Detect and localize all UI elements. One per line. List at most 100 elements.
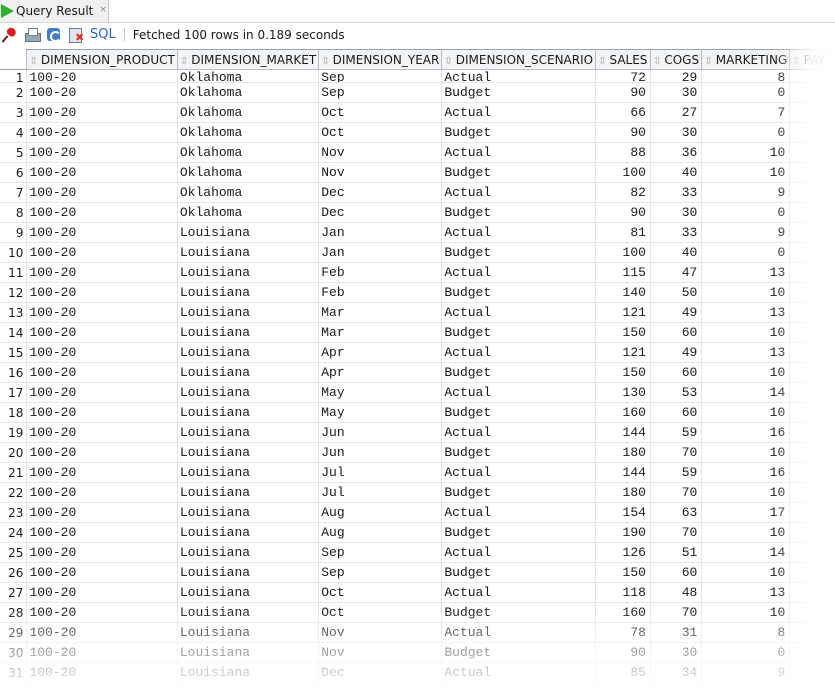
cell-sales[interactable]: 81: [595, 222, 651, 243]
table-row[interactable]: 18 100-20 Louisiana May Budget 160 60 10: [0, 402, 835, 423]
cell-scenario[interactable]: Budget: [441, 642, 597, 663]
print-icon[interactable]: [24, 27, 41, 43]
cell-cogs[interactable]: 63: [649, 502, 703, 523]
cell-marketing[interactable]: 14: [701, 542, 791, 563]
table-row[interactable]: 30 100-20 Louisiana Nov Budget 90 30 0: [0, 642, 835, 663]
cell-pay[interactable]: [789, 382, 835, 403]
cell-marketing[interactable]: 10: [701, 402, 791, 423]
cell-year[interactable]: Apr: [318, 362, 443, 383]
cell-marketing[interactable]: 16: [701, 422, 791, 443]
cell-marketing[interactable]: 10: [701, 322, 791, 343]
table-row[interactable]: 23 100-20 Louisiana Aug Actual 154 63 17: [0, 502, 835, 523]
cell-cogs[interactable]: 30: [649, 122, 703, 143]
cell-pay[interactable]: [789, 442, 835, 463]
table-row[interactable]: 17 100-20 Louisiana May Actual 130 53 14: [0, 382, 835, 403]
cell-year[interactable]: May: [318, 402, 443, 423]
cell-pay[interactable]: [789, 282, 835, 303]
cell-scenario[interactable]: Actual: [441, 102, 597, 123]
results-grid[interactable]: ⇳ DIMENSION_PRODUCT ⇳ DIMENSION_MARKET ⇳ DI…: [0, 49, 835, 698]
cell-year[interactable]: Oct: [318, 122, 443, 143]
cell-marketing[interactable]: 10: [701, 482, 791, 503]
cell-product[interactable]: 100-20: [26, 622, 178, 643]
table-row[interactable]: 14 100-20 Louisiana Mar Budget 150 60 10: [0, 322, 835, 343]
cell-year[interactable]: Nov: [318, 642, 443, 663]
cell-sales[interactable]: 121: [595, 302, 651, 323]
cell-market[interactable]: Louisiana: [176, 402, 320, 423]
cell-cogs[interactable]: 40: [649, 162, 703, 183]
table-row[interactable]: 26 100-20 Louisiana Sep Budget 150 60 10: [0, 562, 835, 583]
cell-product[interactable]: 100-20: [26, 482, 178, 503]
cell-product[interactable]: 100-20: [26, 382, 178, 403]
cell-cogs[interactable]: 40: [649, 242, 703, 263]
cell-cogs[interactable]: 48: [649, 582, 703, 603]
cell-sales[interactable]: 90: [595, 202, 651, 223]
cell-market[interactable]: Oklahoma: [176, 69, 320, 83]
cell-year[interactable]: Oct: [318, 602, 443, 623]
table-row[interactable]: 9 100-20 Louisiana Jan Actual 81 33 9: [0, 222, 835, 243]
column-header-marketing[interactable]: ⇳ MARKETING: [701, 49, 791, 70]
cell-product[interactable]: 100-20: [26, 522, 178, 543]
cell-cogs[interactable]: 70: [649, 602, 703, 623]
cell-product[interactable]: 100-20: [26, 462, 178, 483]
table-row[interactable]: 28 100-20 Louisiana Oct Budget 160 70 10: [0, 602, 835, 623]
cell-scenario[interactable]: Budget: [441, 202, 597, 223]
table-row[interactable]: 24 100-20 Louisiana Aug Budget 190 70 10: [0, 522, 835, 543]
cell-pay[interactable]: [789, 662, 835, 683]
cell-year[interactable]: Jan: [318, 222, 443, 243]
cell-market[interactable]: Louisiana: [176, 222, 320, 243]
cell-marketing[interactable]: 13: [701, 582, 791, 603]
cell-market[interactable]: Oklahoma: [176, 82, 320, 103]
cell-year[interactable]: Sep: [318, 69, 443, 83]
cell-market[interactable]: Louisiana: [176, 262, 320, 283]
cell-marketing[interactable]: 0: [701, 202, 791, 223]
table-row[interactable]: 22 100-20 Louisiana Jul Budget 180 70 10: [0, 482, 835, 503]
cell-year[interactable]: Feb: [318, 282, 443, 303]
cell-scenario[interactable]: Actual: [441, 622, 597, 643]
cell-product[interactable]: 100-20: [26, 162, 178, 183]
cell-marketing[interactable]: 14: [701, 382, 791, 403]
cell-sales[interactable]: 190: [595, 522, 651, 543]
cell-scenario[interactable]: Actual: [441, 662, 597, 683]
cell-market[interactable]: Oklahoma: [176, 142, 320, 163]
cell-pay[interactable]: [789, 562, 835, 583]
cell-scenario[interactable]: Budget: [441, 82, 597, 103]
table-row[interactable]: 12 100-20 Louisiana Feb Budget 140 50 10: [0, 282, 835, 303]
cell-marketing[interactable]: 0: [701, 82, 791, 103]
cell-scenario[interactable]: Budget: [441, 282, 597, 303]
cell-scenario[interactable]: Actual: [441, 382, 597, 403]
cell-market[interactable]: Louisiana: [176, 642, 320, 663]
cell-sales[interactable]: 66: [595, 102, 651, 123]
cell-market[interactable]: Louisiana: [176, 462, 320, 483]
cell-pay[interactable]: [789, 482, 835, 503]
cell-sales[interactable]: 90: [595, 82, 651, 103]
cell-cogs[interactable]: 27: [649, 102, 703, 123]
cell-product[interactable]: 100-20: [26, 662, 178, 683]
cell-year[interactable]: Jul: [318, 482, 443, 503]
cell-market[interactable]: Louisiana: [176, 662, 320, 683]
column-header-sales[interactable]: ⇳ SALES: [595, 49, 651, 70]
cell-sales[interactable]: 126: [595, 542, 651, 563]
cell-product[interactable]: 100-20: [26, 202, 178, 223]
cell-product[interactable]: 100-20: [26, 582, 178, 603]
sql-button[interactable]: SQL: [90, 27, 116, 42]
cell-sales[interactable]: 150: [595, 562, 651, 583]
cell-marketing[interactable]: 10: [701, 282, 791, 303]
cell-sales[interactable]: 121: [595, 342, 651, 363]
cell-pay[interactable]: [789, 522, 835, 543]
table-row[interactable]: 6 100-20 Oklahoma Nov Budget 100 40 10: [0, 162, 835, 183]
cell-year[interactable]: Oct: [318, 102, 443, 123]
cell-cogs[interactable]: 60: [649, 362, 703, 383]
cell-year[interactable]: Nov: [318, 622, 443, 643]
cell-market[interactable]: Louisiana: [176, 322, 320, 343]
cell-scenario[interactable]: Budget: [441, 402, 597, 423]
cell-year[interactable]: Oct: [318, 582, 443, 603]
cell-year[interactable]: Dec: [318, 202, 443, 223]
column-header-dimension-product[interactable]: ⇳ DIMENSION_PRODUCT: [26, 49, 178, 70]
cell-sales[interactable]: 160: [595, 402, 651, 423]
cell-product[interactable]: 100-20: [26, 402, 178, 423]
cell-cogs[interactable]: 33: [649, 182, 703, 203]
cell-marketing[interactable]: 0: [701, 642, 791, 663]
cell-scenario[interactable]: Actual: [441, 542, 597, 563]
cell-marketing[interactable]: 13: [701, 302, 791, 323]
cell-market[interactable]: Louisiana: [176, 582, 320, 603]
